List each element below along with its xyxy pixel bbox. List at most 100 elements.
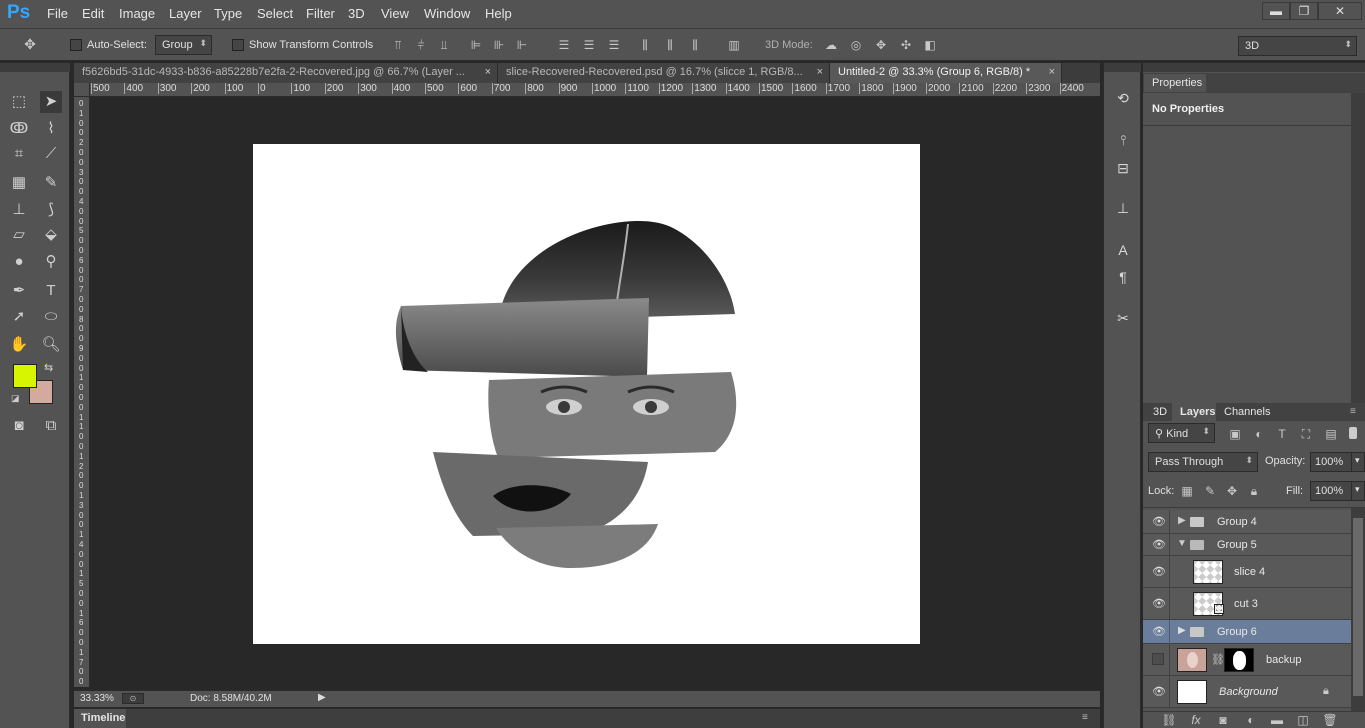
menu-file[interactable]: File: [47, 6, 68, 21]
quick-select-tool-icon[interactable]: ⌇: [40, 118, 62, 140]
new-group-icon[interactable]: ▬: [1269, 713, 1285, 727]
blend-mode-dropdown[interactable]: Pass Through ⬍: [1148, 452, 1258, 472]
menu-select[interactable]: Select: [257, 6, 293, 21]
layers-menu-icon[interactable]: ≡: [1350, 406, 1356, 417]
align-right-icon[interactable]: ⊩: [514, 38, 530, 52]
pen-tool-icon[interactable]: ✒: [8, 280, 30, 302]
hand-tool-icon[interactable]: ✋: [8, 334, 30, 356]
layer-row[interactable]: 👁︎ ▶ Group 4: [1143, 510, 1351, 534]
lock-all-icon[interactable]: 🔒︎: [1246, 484, 1262, 498]
menu-view[interactable]: View: [381, 6, 409, 21]
menu-image[interactable]: Image: [119, 6, 155, 21]
align-vcenter-icon[interactable]: ⫩: [413, 38, 429, 52]
close-tab-icon[interactable]: ×: [485, 66, 491, 78]
dodge-tool-icon[interactable]: ⚲: [40, 251, 62, 273]
swap-colors-icon[interactable]: ⇆: [44, 361, 53, 374]
properties-scrollbar[interactable]: [1351, 93, 1365, 403]
brush-presets-icon[interactable]: ⫯: [1114, 131, 1132, 149]
layer-row[interactable]: 👁︎ ⛶ cut 3: [1143, 588, 1351, 620]
mask-link-icon[interactable]: ⛓: [1211, 653, 1225, 666]
marquee-tool-icon[interactable]: ⬚: [8, 91, 30, 113]
align-top-icon[interactable]: ⫪: [390, 38, 406, 52]
visibility-eye-icon[interactable]: 👁︎: [1152, 685, 1166, 699]
delete-layer-icon[interactable]: 🗑︎: [1322, 713, 1338, 727]
zoom-level[interactable]: 33.33%: [80, 693, 114, 704]
filter-smart-object-icon[interactable]: ▤: [1323, 427, 1339, 441]
scale-3d-icon[interactable]: ◧: [922, 38, 938, 52]
distribute-hcenter-icon[interactable]: ⫼: [662, 38, 678, 52]
move-tool-icon[interactable]: ➤: [40, 91, 62, 113]
vertical-ruler[interactable]: 0100200300400500600700800900100011001200…: [74, 97, 90, 687]
default-colors-icon[interactable]: ◪: [11, 393, 20, 404]
distribute-left-icon[interactable]: ⫼: [637, 38, 653, 52]
layer-row[interactable]: ⛓ backup: [1143, 644, 1351, 676]
expand-arrow-icon[interactable]: ▼: [1177, 538, 1187, 549]
quick-mask-icon[interactable]: ◙: [8, 415, 30, 437]
workspace-dropdown[interactable]: 3D ⬍: [1238, 36, 1357, 56]
menu-filter[interactable]: Filter: [306, 6, 335, 21]
orbit-3d-icon[interactable]: ☁: [823, 38, 839, 52]
fill-arrow-icon[interactable]: ▾: [1351, 481, 1365, 501]
tab-document-2[interactable]: slice-Recovered-Recovered.psd @ 16.7% (s…: [498, 63, 830, 83]
close-tab-icon[interactable]: ×: [1049, 66, 1055, 78]
clone-source-icon[interactable]: ⊥: [1114, 199, 1132, 217]
menu-3d[interactable]: 3D: [348, 6, 365, 21]
filter-shape-icon[interactable]: ⛶: [1298, 427, 1314, 441]
tab-3d[interactable]: 3D: [1145, 403, 1171, 421]
align-bottom-icon[interactable]: ⫫: [436, 38, 452, 52]
lock-position-icon[interactable]: ✥: [1224, 484, 1240, 498]
restore-button[interactable]: ❐: [1290, 2, 1318, 20]
distribute-top-icon[interactable]: ☰: [556, 38, 572, 52]
layer-kind-filter[interactable]: ⚲ Kind ⬍: [1148, 423, 1215, 443]
collapse-arrow-icon[interactable]: ▶: [1178, 515, 1186, 526]
horizontal-ruler[interactable]: 500 400 300 200 100 0 100 200 300 400 500 600 700 800…: [90, 83, 1100, 97]
document-canvas[interactable]: [253, 144, 920, 644]
menu-type[interactable]: Type: [214, 6, 242, 21]
fill-input[interactable]: 100%: [1310, 481, 1352, 501]
history-brush-tool-icon[interactable]: ⟆: [40, 199, 62, 221]
collapse-arrow-icon[interactable]: ▶: [1178, 625, 1186, 636]
tab-document-3[interactable]: Untitled-2 @ 33.3% (Group 6, RGB/8) * ×: [830, 63, 1062, 83]
layer-row[interactable]: 👁︎ Background 🔒︎: [1143, 676, 1351, 708]
foreground-color-swatch[interactable]: [13, 364, 37, 388]
paint-bucket-tool-icon[interactable]: ⬙: [40, 224, 62, 246]
layer-row[interactable]: 👁︎ slice 4: [1143, 556, 1351, 588]
crop-tool-icon[interactable]: ⌗: [8, 143, 30, 165]
tab-channels[interactable]: Channels: [1216, 403, 1276, 421]
tab-document-1[interactable]: f5626bd5-31dc-4933-b836-a85228b7e2fa-2-R…: [74, 63, 498, 83]
align-hcenter-icon[interactable]: ⊪: [491, 38, 507, 52]
adjustment-layer-icon[interactable]: ◐: [1243, 713, 1259, 727]
menu-edit[interactable]: Edit: [82, 6, 104, 21]
auto-select-dropdown[interactable]: Group ⬍: [155, 35, 212, 55]
eyedropper-tool-icon[interactable]: ⟋: [40, 143, 62, 165]
paragraph-panel-icon[interactable]: ¶: [1114, 268, 1132, 286]
visibility-eye-icon[interactable]: 👁︎: [1152, 515, 1166, 529]
filter-adjustment-icon[interactable]: ◐: [1251, 427, 1267, 441]
distribute-right-icon[interactable]: ⫼: [687, 38, 703, 52]
blur-tool-icon[interactable]: ●: [8, 251, 30, 273]
opacity-input[interactable]: 100%: [1310, 452, 1352, 472]
properties-tab[interactable]: Properties: [1144, 74, 1206, 92]
roll-3d-icon[interactable]: ◎: [848, 38, 864, 52]
layers-scroll-thumb[interactable]: [1353, 518, 1363, 696]
lock-transparent-icon[interactable]: ▦: [1179, 484, 1195, 498]
distribute-bottom-icon[interactable]: ☰: [606, 38, 622, 52]
auto-align-icon[interactable]: ▥: [726, 38, 742, 52]
clone-stamp-tool-icon[interactable]: ⊥: [8, 199, 30, 221]
align-left-icon[interactable]: ⊫: [468, 38, 484, 52]
visibility-eye-icon[interactable]: 👁︎: [1152, 538, 1166, 552]
auto-select-checkbox[interactable]: [70, 39, 82, 51]
ruler-corner[interactable]: [74, 83, 90, 97]
slide-3d-icon[interactable]: ✣: [898, 38, 914, 52]
opacity-arrow-icon[interactable]: ▾: [1351, 452, 1365, 472]
show-transform-checkbox[interactable]: [232, 39, 244, 51]
minimize-button[interactable]: ▬: [1262, 2, 1290, 20]
adjustments-icon[interactable]: ⊟: [1114, 159, 1132, 177]
history-panel-icon[interactable]: ⟲: [1114, 89, 1132, 107]
filter-type-icon[interactable]: T: [1274, 427, 1290, 441]
status-menu-arrow-icon[interactable]: ▶: [318, 692, 326, 703]
timeline-menu-icon[interactable]: ≡: [1082, 712, 1088, 723]
filter-pixel-icon[interactable]: ▣: [1227, 427, 1243, 441]
move-tool-icon[interactable]: ✥: [22, 37, 38, 51]
character-panel-icon[interactable]: A: [1114, 241, 1132, 259]
